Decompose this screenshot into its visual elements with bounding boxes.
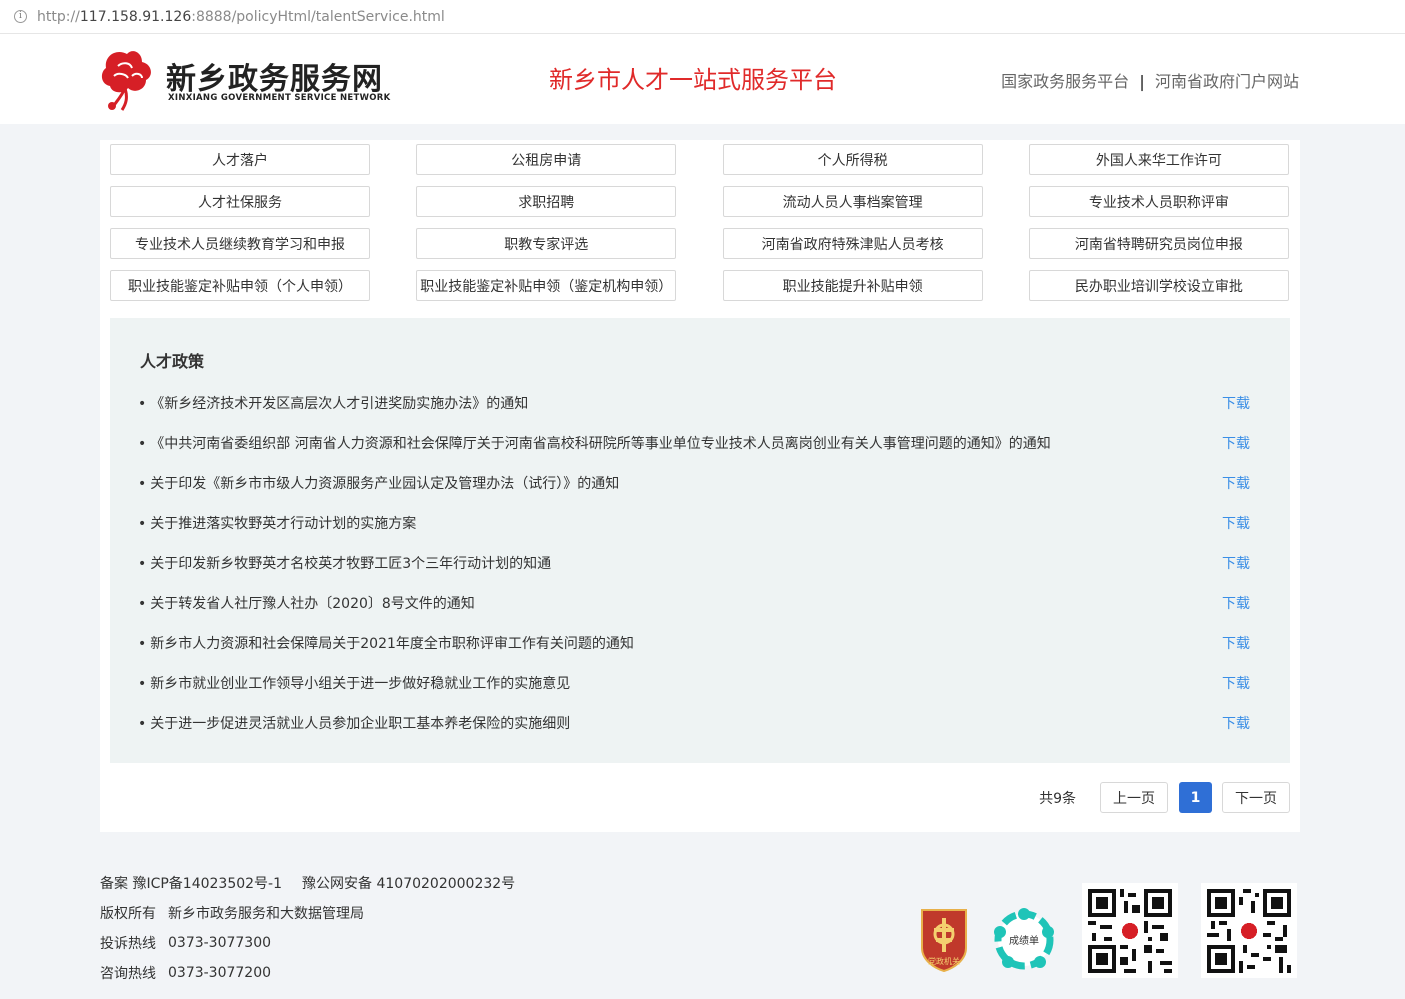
qr-code-1 — [1082, 883, 1178, 978]
qr-code-2 — [1201, 883, 1297, 978]
policy-title-link[interactable]: 《中共河南省委组织部 河南省人力资源和社会保障厅关于河南省高校科研院所等事业单位… — [150, 436, 1050, 452]
prev-page-button[interactable]: 上一页 — [1100, 782, 1168, 813]
service-button[interactable]: 外国人来华工作许可 — [1028, 144, 1289, 175]
list-item: • 关于印发新乡牧野英才名校英才牧野工匠3个三年行动计划的知通 下载 — [138, 543, 1250, 583]
download-link[interactable]: 下载 — [1222, 553, 1250, 573]
link-henan-portal[interactable]: 河南省政府门户网站 — [1155, 72, 1299, 91]
policy-title-link[interactable]: 《新乡经济技术开发区高层次人才引进奖励实施办法》的通知 — [150, 396, 528, 412]
service-button[interactable]: 流动人员人事档案管理 — [722, 186, 983, 217]
logo-subtitle: XINXIANG GOVERNMENT SERVICE NETWORK — [168, 93, 391, 103]
link-national-platform[interactable]: 国家政务服务平台 — [1001, 72, 1129, 91]
report-card-badge-icon[interactable]: 成绩单 — [990, 906, 1058, 974]
bullet: • — [138, 516, 147, 532]
list-item: • 关于印发《新乡市市级人力资源服务产业园认定及管理办法（试行）》的通知 下载 — [138, 463, 1250, 503]
site-info-icon[interactable]: i — [14, 10, 27, 23]
service-button[interactable]: 求职招聘 — [416, 186, 677, 217]
main-panel: 人才落户 公租房申请 个人所得税 外国人来华工作许可 人才社保服务 求职招聘 流… — [100, 140, 1300, 832]
download-link[interactable]: 下载 — [1222, 593, 1250, 613]
site-header: 新乡政务服务网 XINXIANG GOVERNMENT SERVICE NETW… — [0, 34, 1405, 124]
copyright-owner: 新乡市政务服务和大数据管理局 — [168, 906, 364, 922]
logo-title: 新乡政务服务网 — [166, 62, 383, 97]
platform-title: 新乡市人才一站式服务平台 — [549, 66, 837, 94]
service-button[interactable]: 专业技术人员继续教育学习和申报 — [110, 228, 370, 259]
site-footer: 备案 豫ICP备14023502号-1 豫公网安备 41070202000232… — [0, 848, 1405, 999]
service-button[interactable]: 民办职业培训学校设立审批 — [1028, 270, 1289, 301]
download-link[interactable]: 下载 — [1222, 713, 1250, 733]
next-page-button[interactable]: 下一页 — [1222, 782, 1290, 813]
total-count: 共9条 — [1039, 790, 1076, 807]
service-button[interactable]: 人才落户 — [110, 144, 370, 175]
current-page-button[interactable]: 1 — [1179, 782, 1212, 813]
red-flower-logo-icon — [101, 51, 151, 111]
policy-list: • 《新乡经济技术开发区高层次人才引进奖励实施办法》的通知 下载 • 《中共河南省委组… — [138, 383, 1250, 743]
complaint-label: 投诉热线 — [100, 936, 156, 952]
icp-label: 备案 — [100, 876, 128, 892]
policy-title-link[interactable]: 关于转发省人社厅豫人社办〔2020〕8号文件的通知 — [150, 596, 475, 612]
list-item: • 关于进一步促进灵活就业人员参加企业职工基本养老保险的实施细则 下载 — [138, 703, 1250, 743]
footer-info: 备案 豫ICP备14023502号-1 豫公网安备 41070202000232… — [100, 868, 515, 988]
bullet: • — [138, 676, 147, 692]
list-item: • 新乡市就业创业工作领导小组关于进一步做好稳就业工作的实施意见 下载 — [138, 663, 1250, 703]
bullet: • — [138, 716, 147, 732]
service-button[interactable]: 个人所得税 — [722, 144, 983, 175]
url-scheme: http:// — [37, 8, 80, 25]
service-button[interactable]: 职教专家评选 — [416, 228, 677, 259]
service-button[interactable]: 人才社保服务 — [110, 186, 370, 217]
bullet: • — [138, 396, 147, 412]
service-button[interactable]: 专业技术人员职称评审 — [1028, 186, 1289, 217]
address-bar[interactable]: i http://117.158.91.126:8888/policyHtml/… — [0, 0, 1405, 34]
government-agency-badge-icon[interactable]: 党政机关 — [918, 906, 970, 972]
service-button[interactable]: 河南省政府特殊津贴人员考核 — [722, 228, 983, 259]
bullet: • — [138, 476, 147, 492]
badge1-text: 党政机关 — [928, 956, 960, 966]
list-item: • 关于推进落实牧野英才行动计划的实施方案 下载 — [138, 503, 1250, 543]
bullet: • — [138, 556, 147, 572]
policy-title-link[interactable]: 关于进一步促进灵活就业人员参加企业职工基本养老保险的实施细则 — [150, 716, 570, 732]
list-item: • 关于转发省人社厅豫人社办〔2020〕8号文件的通知 下载 — [138, 583, 1250, 623]
download-link[interactable]: 下载 — [1222, 513, 1250, 533]
talent-policy-section: 人才政策 • 《新乡经济技术开发区高层次人才引进奖励实施办法》的通知 下载 • 《中共… — [110, 318, 1290, 763]
policy-title-link[interactable]: 新乡市人力资源和社会保障局关于2021年度全市职称评审工作有关问题的通知 — [150, 636, 634, 652]
bullet: • — [138, 596, 147, 612]
copyright-label: 版权所有 — [100, 906, 156, 922]
service-button[interactable]: 河南省特聘研究员岗位申报 — [1028, 228, 1289, 259]
policy-section-title: 人才政策 — [140, 352, 205, 371]
download-link[interactable]: 下载 — [1222, 473, 1250, 493]
policy-title-link[interactable]: 关于推进落实牧野英才行动计划的实施方案 — [150, 516, 416, 532]
pagination: 共9条 上一页 1 下一页 — [1039, 782, 1290, 813]
bullet: • — [138, 436, 147, 452]
service-button[interactable]: 职业技能鉴定补贴申领（鉴定机构申领） — [416, 270, 677, 301]
list-item: • 新乡市人力资源和社会保障局关于2021年度全市职称评审工作有关问题的通知 下载 — [138, 623, 1250, 663]
download-link[interactable]: 下载 — [1222, 673, 1250, 693]
qr-code-icon — [1207, 889, 1291, 973]
bullet: • — [138, 636, 147, 652]
site-logo[interactable]: 新乡政务服务网 XINXIANG GOVERNMENT SERVICE NETW… — [98, 48, 398, 112]
download-link[interactable]: 下载 — [1222, 393, 1250, 413]
policy-title-link[interactable]: 关于印发《新乡市市级人力资源服务产业园认定及管理办法（试行）》的通知 — [150, 476, 619, 492]
service-button[interactable]: 职业技能提升补贴申领 — [722, 270, 983, 301]
list-item: • 《新乡经济技术开发区高层次人才引进奖励实施办法》的通知 下载 — [138, 383, 1250, 423]
list-item: • 《中共河南省委组织部 河南省人力资源和社会保障厅关于河南省高校科研院所等事业单… — [138, 423, 1250, 463]
police-record[interactable]: 豫公网安备 41070202000232号 — [302, 873, 515, 893]
qr-code-icon — [1088, 889, 1172, 973]
consult-phone: 0373-3077200 — [168, 965, 272, 981]
badge2-text: 成绩单 — [1009, 934, 1039, 947]
policy-title-link[interactable]: 关于印发新乡牧野英才名校英才牧野工匠3个三年行动计划的知通 — [150, 556, 551, 572]
service-button[interactable]: 职业技能鉴定补贴申领（个人申领） — [110, 270, 370, 301]
top-links: 国家政务服务平台 | 河南省政府门户网站 — [1001, 68, 1299, 92]
policy-title-link[interactable]: 新乡市就业创业工作领导小组关于进一步做好稳就业工作的实施意见 — [150, 676, 570, 692]
service-button[interactable]: 公租房申请 — [416, 144, 677, 175]
complaint-phone: 0373-3077300 — [168, 935, 272, 951]
url-host: 117.158.91.126 — [79, 8, 192, 25]
download-link[interactable]: 下载 — [1222, 433, 1250, 453]
consult-label: 咨询热线 — [100, 966, 156, 982]
icp-number[interactable]: 豫ICP备14023502号-1 — [132, 873, 282, 893]
link-separator: | — [1139, 72, 1145, 91]
service-grid: 人才落户 公租房申请 个人所得税 外国人来华工作许可 人才社保服务 求职招聘 流… — [110, 144, 1289, 301]
url-path: :8888/policyHtml/talentService.html — [191, 8, 445, 25]
download-link[interactable]: 下载 — [1222, 633, 1250, 653]
